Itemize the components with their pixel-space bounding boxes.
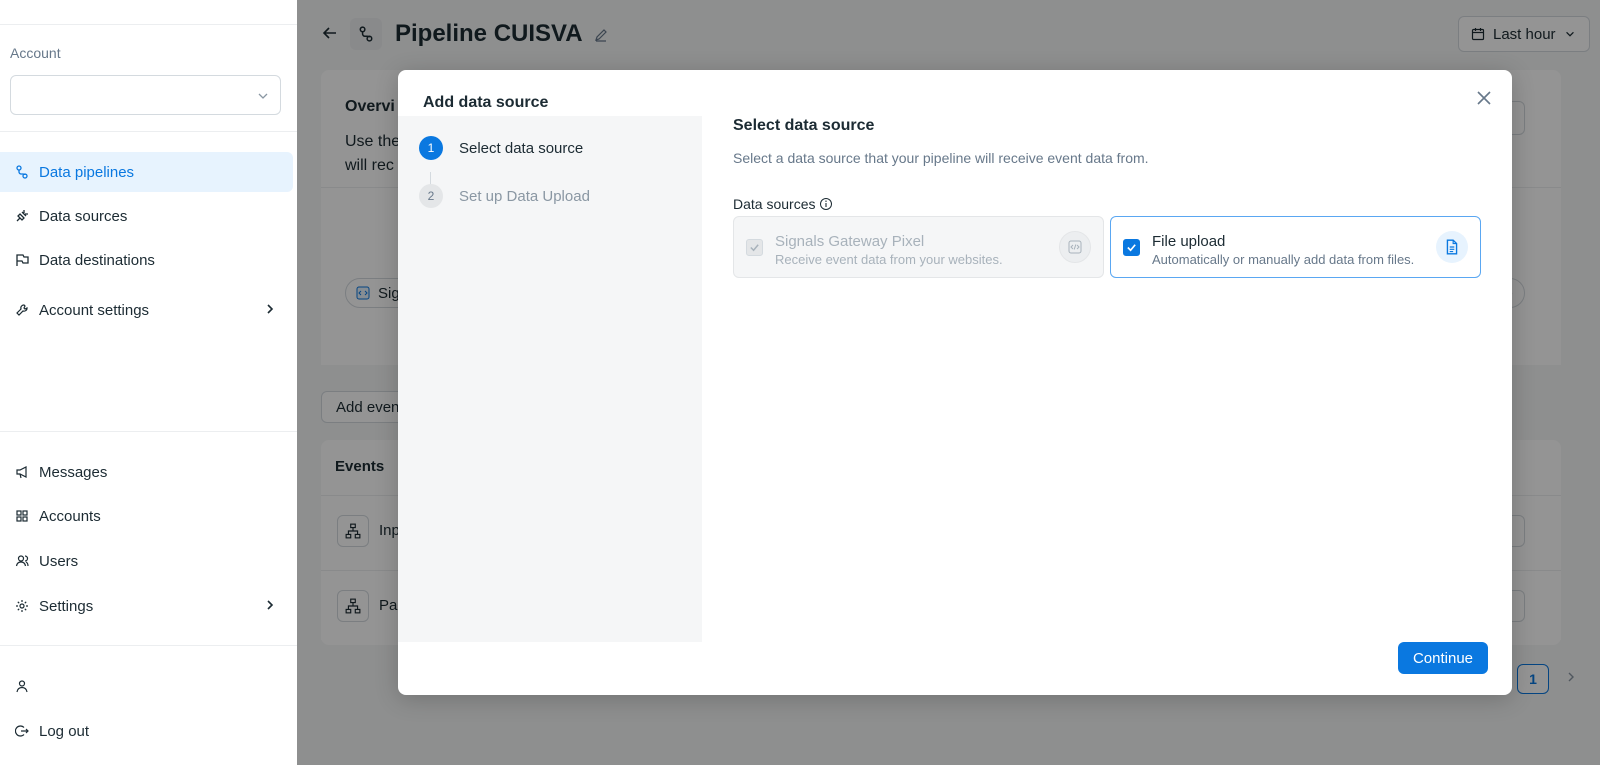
add-data-source-modal: Add data source 1 Select data source 2 S… [398,70,1512,695]
steps-panel: 1 Select data source 2 Set up Data Uploa… [398,116,702,642]
sidebar-item-profile[interactable] [0,666,293,706]
sidebar-item-settings[interactable]: Settings [0,586,293,626]
grid-icon [14,508,30,524]
close-icon[interactable] [1474,88,1494,108]
logout-icon [14,723,30,739]
source-description: Receive event data from your websites. [775,252,1003,267]
continue-button[interactable]: Continue [1398,642,1488,674]
source-description: Automatically or manually add data from … [1152,252,1415,267]
flag-icon [14,252,30,268]
sidebar-item-label: Log out [39,722,90,740]
content-title: Select data source [733,117,875,134]
wrench-icon [14,302,30,318]
source-name: File upload [1152,233,1226,250]
sidebar: Account Data pipelines Data sources Data… [0,0,297,765]
content-description: Select a data source that your pipeline … [733,150,1149,166]
file-icon [1436,231,1468,263]
pipeline-icon [14,164,30,180]
data-sources-label-text: Data sources [733,196,816,212]
sidebar-item-label: Settings [39,597,94,615]
step-number: 1 [419,136,443,160]
info-icon[interactable] [819,197,833,211]
sidebar-item-label: Accounts [39,507,101,525]
sidebar-item-data-sources[interactable]: Data sources [0,196,293,236]
step-select-data-source[interactable]: 1 Select data source [419,136,583,160]
users-icon [14,553,30,569]
code-icon [1059,231,1091,263]
megaphone-icon [14,464,30,480]
sidebar-item-data-destinations[interactable]: Data destinations [0,240,293,280]
step-number: 2 [419,184,443,208]
checkbox [746,239,763,256]
source-name: Signals Gateway Pixel [775,233,925,250]
sidebar-item-label: Messages [39,463,108,481]
sidebar-divider [0,431,297,432]
sidebar-divider [0,645,297,646]
sidebar-item-accounts[interactable]: Accounts [0,496,293,536]
sidebar-item-messages[interactable]: Messages [0,452,293,492]
sidebar-item-label: Data sources [39,207,128,225]
step-label: Select data source [459,139,584,157]
sidebar-item-label: Users [39,552,79,570]
chevron-down-icon [258,93,268,99]
account-select[interactable] [10,75,281,115]
sidebar-item-label: Data pipelines [39,163,135,181]
step-label: Set up Data Upload [459,187,590,205]
chevron-right-icon [267,600,274,610]
plug-icon [14,208,30,224]
gear-icon [14,598,30,614]
sidebar-item-label: Data destinations [39,251,155,269]
data-sources-label: Data sources [733,196,833,212]
source-card-signals-gateway-pixel: Signals Gateway Pixel Receive event data… [733,216,1104,278]
modal-title: Add data source [423,94,549,111]
sidebar-divider [0,131,297,132]
sidebar-item-label: Account settings [39,301,150,319]
checkbox[interactable] [1123,239,1140,256]
sidebar-top-divider [0,24,297,25]
sidebar-item-logout[interactable]: Log out [0,711,293,751]
sidebar-item-account-settings[interactable]: Account settings [0,290,293,330]
chevron-right-icon [267,304,274,314]
user-icon [14,678,30,694]
sidebar-item-users[interactable]: Users [0,541,293,581]
sidebar-item-data-pipelines[interactable]: Data pipelines [0,152,293,192]
step-set-up-data-upload[interactable]: 2 Set up Data Upload [419,184,590,208]
account-label: Account [10,45,61,61]
source-card-file-upload[interactable]: File upload Automatically or manually ad… [1110,216,1481,278]
